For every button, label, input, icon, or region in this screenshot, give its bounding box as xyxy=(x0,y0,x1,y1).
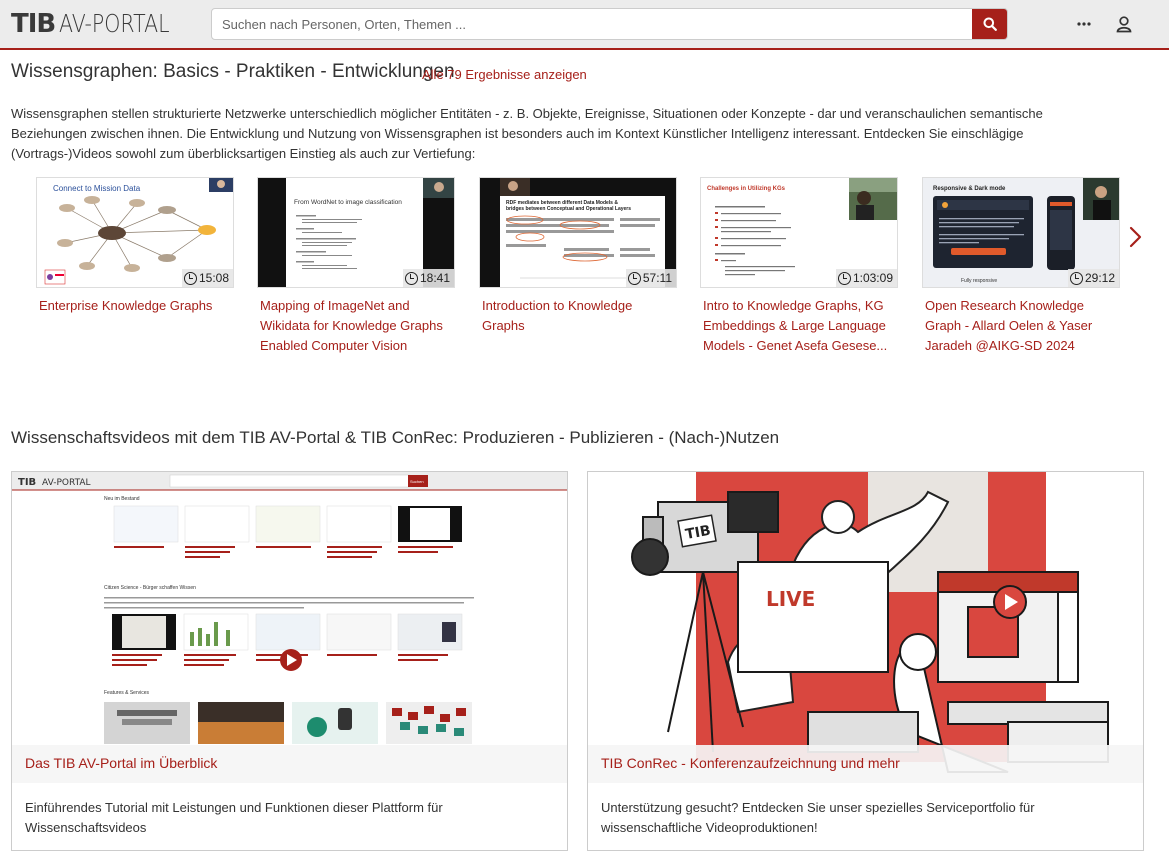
card-description: Unterstützung gesucht? Entdecken Sie uns… xyxy=(601,800,1035,835)
video-title[interactable]: Enterprise Knowledge Graphs xyxy=(36,296,234,316)
clock-icon xyxy=(837,271,851,285)
feature-card-av-portal[interactable]: TIB AV-PORTAL Suchen Neu im Bestand Citi… xyxy=(11,471,568,851)
av-portal-preview-image: TIB AV-PORTAL Suchen Neu im Bestand Citi… xyxy=(12,472,567,783)
section-title-science-videos: Wissenschaftsvideos mit dem TIB AV-Porta… xyxy=(11,428,780,447)
more-horizontal-icon[interactable] xyxy=(1074,14,1094,34)
clock-icon xyxy=(627,271,641,285)
video-thumbnail[interactable]: RDF mediates between different Data Mode… xyxy=(479,177,677,288)
svg-text:TIB: TIB xyxy=(18,477,36,488)
svg-text:bridges between Conceptual and: bridges between Conceptual and Operation… xyxy=(506,206,631,212)
user-icon[interactable] xyxy=(1114,14,1134,34)
search-input[interactable] xyxy=(212,9,974,39)
conrec-illustration: TIB LIVE xyxy=(588,472,1143,783)
search-icon xyxy=(983,17,997,31)
video-carousel: Connect to Mission Data 15:08 Enterprise… xyxy=(36,177,1126,367)
svg-text:Citizen Science - Bürger schaf: Citizen Science - Bürger schaffen Wissen xyxy=(104,585,196,591)
search-button[interactable] xyxy=(972,9,1007,39)
video-title[interactable]: Intro to Knowledge Graphs, KG Embeddings… xyxy=(700,296,898,356)
video-duration: 29:12 xyxy=(1067,269,1119,287)
slide-title: From WordNet to image classification xyxy=(294,199,402,206)
section-description: Wissensgraphen stellen strukturierte Net… xyxy=(11,106,1043,161)
card-title[interactable]: TIB ConRec - Konferenzaufzeichnung und m… xyxy=(601,755,900,771)
svg-text:LIVE: LIVE xyxy=(766,587,815,611)
video-title[interactable]: Open Research Knowledge Graph - Allard O… xyxy=(922,296,1120,356)
video-card[interactable]: RDF mediates between different Data Mode… xyxy=(479,177,677,336)
feature-card-conrec[interactable]: TIB LIVE TIB ConRec - Konferenzaufzeichn… xyxy=(587,471,1144,851)
site-logo[interactable]: TIB AV-PORTAL xyxy=(11,9,194,41)
video-card[interactable]: Responsive & Dark mode Fully responsive … xyxy=(922,177,1120,356)
video-duration: 1:03:09 xyxy=(835,269,897,287)
slide-title: Connect to Mission Data xyxy=(53,184,141,193)
clock-icon xyxy=(1069,271,1083,285)
svg-text:Neu im Bestand: Neu im Bestand xyxy=(104,496,140,502)
video-title[interactable]: Mapping of ImageNet and Wikidata for Kno… xyxy=(257,296,455,356)
slide-title: Challenges in Utilizing KGs xyxy=(707,186,786,192)
chevron-right-icon[interactable] xyxy=(1127,222,1145,252)
clock-icon xyxy=(404,271,418,285)
search-bar xyxy=(211,8,1008,40)
card-title[interactable]: Das TIB AV-Portal im Überblick xyxy=(25,755,217,771)
show-all-results-link[interactable]: Alle 79 Ergebnisse anzeigen xyxy=(422,67,587,82)
video-card[interactable]: From WordNet to image classification 18:… xyxy=(257,177,455,356)
video-card[interactable]: Connect to Mission Data 15:08 Enterprise… xyxy=(36,177,234,316)
svg-text:Suchen: Suchen xyxy=(410,479,424,484)
clock-icon xyxy=(183,271,197,285)
video-thumbnail[interactable]: Responsive & Dark mode Fully responsive … xyxy=(922,177,1120,288)
video-thumbnail[interactable]: Connect to Mission Data 15:08 xyxy=(36,177,234,288)
logo-av-portal: AV-PORTAL xyxy=(59,9,170,38)
video-card[interactable]: Challenges in Utilizing KGs 1:03:09 Intr… xyxy=(700,177,898,356)
video-title[interactable]: Introduction to Knowledge Graphs xyxy=(479,296,677,336)
svg-text:AV-PORTAL: AV-PORTAL xyxy=(42,478,91,488)
svg-text:Features & Services: Features & Services xyxy=(104,690,150,696)
svg-text:Fully responsive: Fully responsive xyxy=(961,278,997,284)
video-duration: 18:41 xyxy=(402,269,454,287)
card-description: Einführendes Tutorial mit Leistungen und… xyxy=(25,800,443,835)
video-duration: 15:08 xyxy=(181,269,233,287)
video-thumbnail[interactable]: Challenges in Utilizing KGs 1:03:09 xyxy=(700,177,898,288)
top-header: TIB AV-PORTAL xyxy=(0,0,1169,50)
logo-tib: TIB xyxy=(11,9,56,39)
slide-title: Responsive & Dark mode xyxy=(933,186,1006,192)
section-title-knowledge-graphs: Wissensgraphen: Basics - Praktiken - Ent… xyxy=(11,61,455,82)
video-thumbnail[interactable]: From WordNet to image classification 18:… xyxy=(257,177,455,288)
video-duration: 57:11 xyxy=(625,269,676,287)
